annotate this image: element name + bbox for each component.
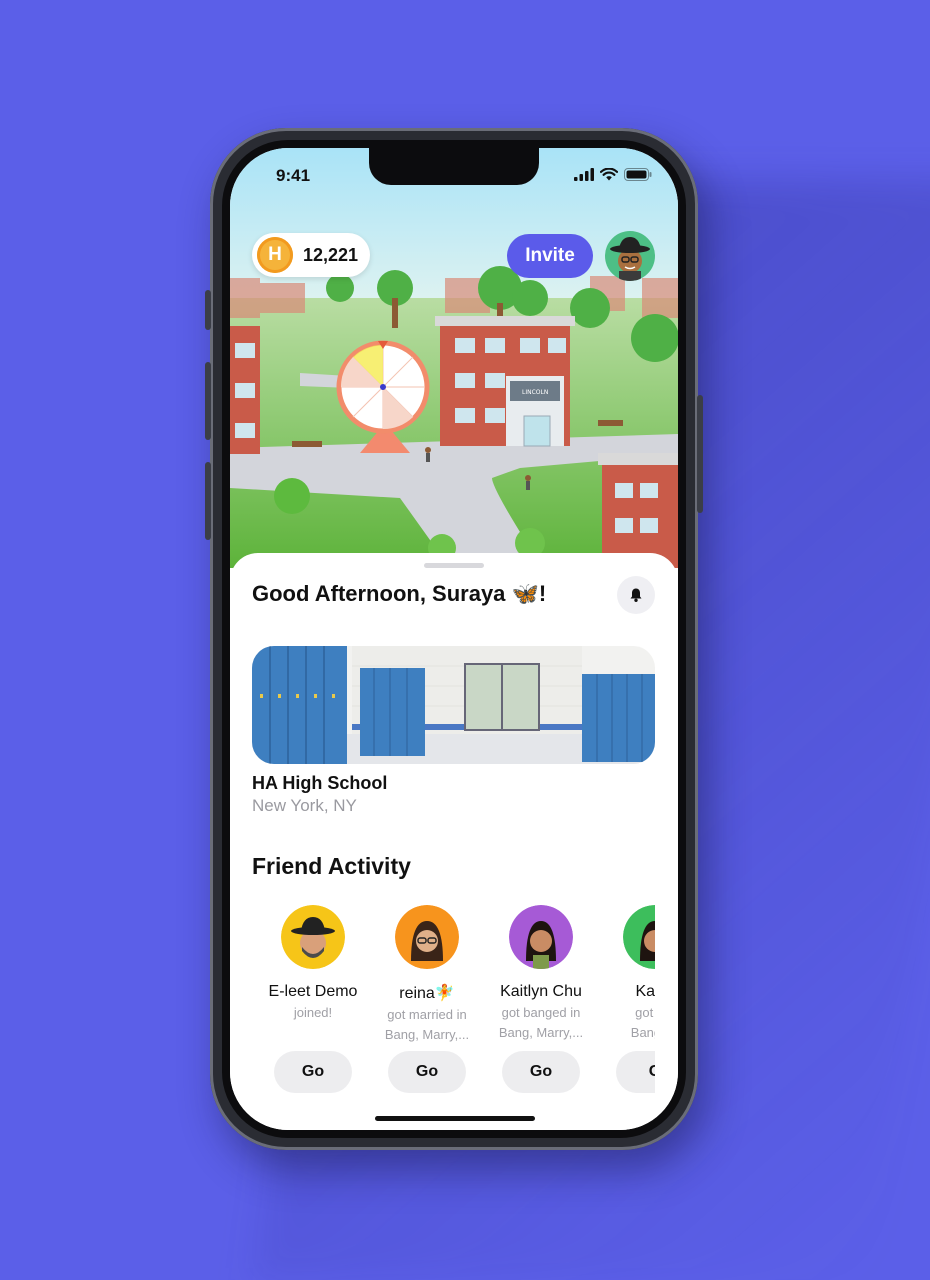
go-button[interactable]: Go [274, 1051, 352, 1093]
friend-card[interactable]: Kaitly got ma Bang, M G [598, 905, 655, 1093]
go-button[interactable]: Go [502, 1051, 580, 1093]
signal-icon [574, 168, 594, 181]
friend-name: Kaitlyn Chu [500, 983, 582, 1000]
friend-avatar [281, 905, 345, 969]
invite-button[interactable]: Invite [507, 234, 593, 278]
school-banner[interactable] [252, 646, 655, 764]
school-location: New York, NY [252, 796, 357, 815]
friend-activity-line1: got ma [635, 1005, 655, 1020]
notifications-button[interactable] [617, 576, 655, 614]
friend-avatar [395, 905, 459, 969]
friend-name: E-leet Demo [268, 983, 358, 1000]
friend-activity-list[interactable]: E-leet Demo joined! Go reina🧚 got marrie… [252, 905, 655, 1105]
friend-card[interactable]: E-leet Demo joined! Go [256, 905, 370, 1093]
hallway-image [252, 646, 655, 764]
campus-scene[interactable]: LINCOLN [230, 148, 678, 568]
friend-name: Kaitly [635, 983, 655, 1000]
coin-count: 12,221 [303, 244, 359, 265]
go-button[interactable]: G [616, 1051, 655, 1093]
friend-card[interactable]: reina🧚 got married in Bang, Marry,... Go [370, 905, 484, 1093]
sheet-handle[interactable] [424, 563, 484, 568]
greeting: Good Afternoon, Suraya 🦋! [252, 581, 547, 606]
building-sign: LINCOLN [522, 389, 548, 396]
friend-activity-line2: Bang, M [630, 1025, 655, 1040]
volume-down-button [205, 462, 211, 540]
coin-icon: H [257, 237, 293, 273]
status-time: 9:41 [276, 166, 311, 185]
profile-avatar[interactable] [605, 231, 655, 281]
bell-icon [630, 588, 642, 602]
friend-activity-line1: got married in [387, 1007, 467, 1022]
avatar [281, 905, 345, 969]
volume-up-button [205, 362, 211, 440]
friend-avatar [509, 905, 573, 969]
avatar [623, 905, 655, 969]
app-screen: 9:41 LINCOLN H 12,221 Invite Good Aftern… [230, 148, 678, 1130]
friend-avatar [623, 905, 655, 969]
home-indicator[interactable] [375, 1116, 535, 1121]
avatar-illustration [610, 237, 650, 281]
power-button [697, 395, 703, 513]
battery-icon [624, 168, 652, 181]
avatar [509, 905, 573, 969]
friend-card[interactable]: Kaitlyn Chu got banged in Bang, Marry,..… [484, 905, 598, 1093]
friend-activity-line2: Bang, Marry,... [384, 1027, 470, 1042]
coin-balance[interactable]: H 12,221 [252, 233, 370, 277]
mute-switch [205, 290, 211, 330]
school-name: HA High School [252, 773, 388, 793]
wifi-icon [600, 168, 618, 181]
friend-activity-line1: got banged in [501, 1005, 581, 1020]
friend-activity-line1: joined! [293, 1005, 333, 1020]
friend-activity-line2: Bang, Marry,... [498, 1025, 584, 1040]
status-icons [574, 168, 652, 181]
notch [369, 148, 539, 185]
avatar [395, 905, 459, 969]
go-button[interactable]: Go [388, 1051, 466, 1093]
home-sheet: Good Afternoon, Suraya 🦋! HA High School… [230, 553, 678, 1130]
friend-name: reina🧚 [399, 985, 455, 1002]
friend-activity-title: Friend Activity [252, 853, 411, 879]
